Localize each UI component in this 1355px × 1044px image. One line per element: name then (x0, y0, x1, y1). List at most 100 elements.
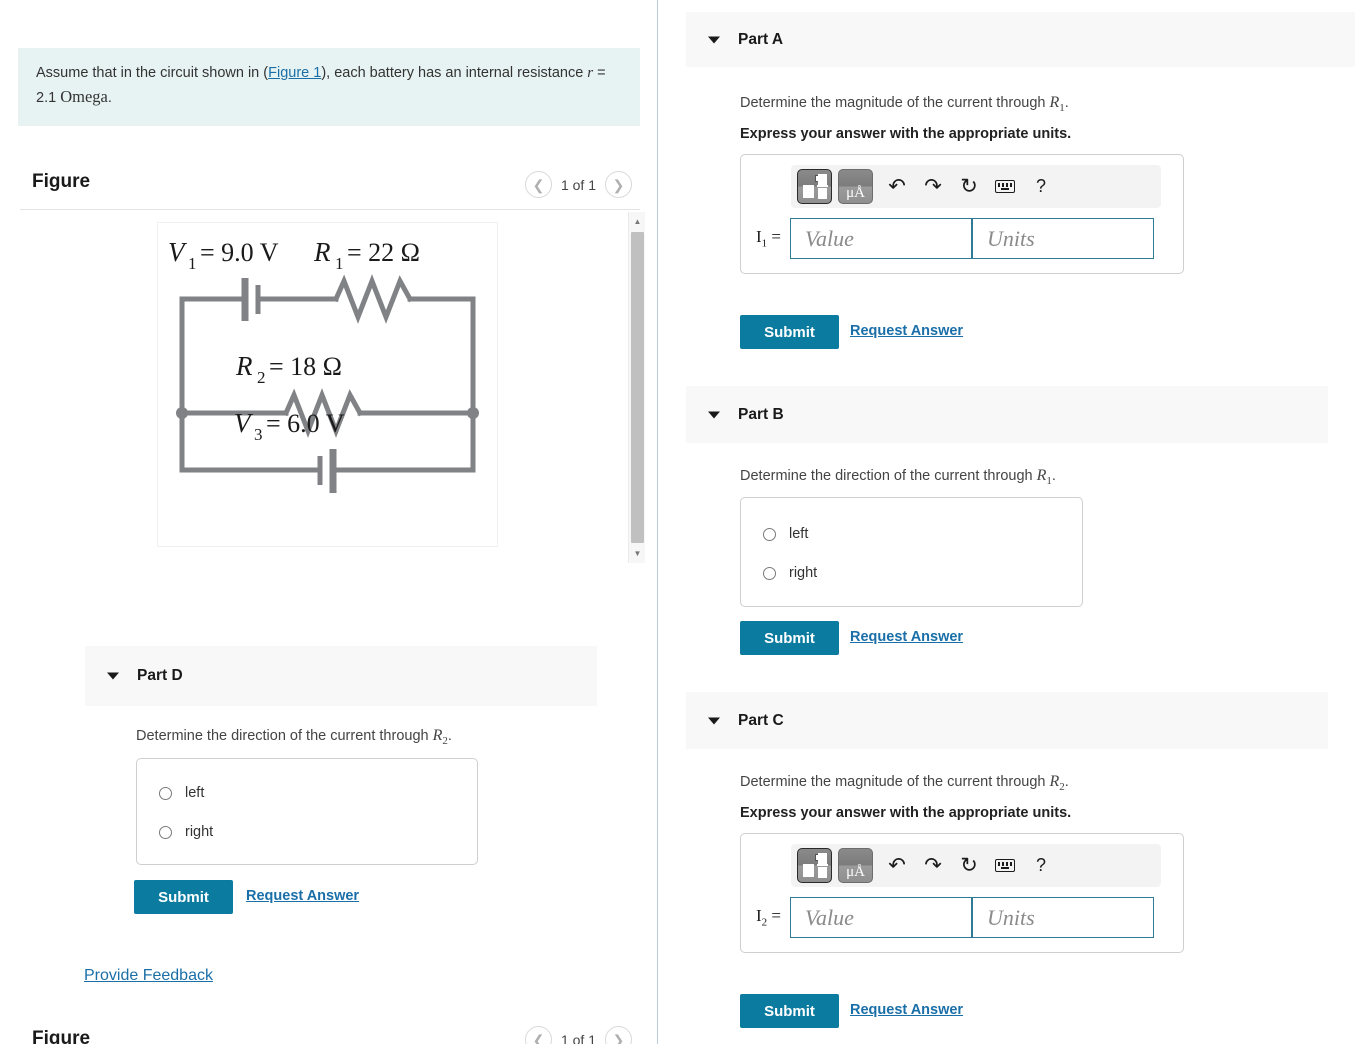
keyboard-icon[interactable] (987, 170, 1023, 203)
right-pane: Part A Determine the magnitude of the cu… (658, 0, 1355, 1044)
chevron-right-icon: ❯ (612, 176, 625, 193)
part-a-answer-box: μÅ ↶ ↷ ↻ ? I1 = Value Units (740, 154, 1184, 274)
units-icon[interactable]: μÅ (838, 169, 873, 204)
problem-text-before: Assume that in the circuit shown in ( (36, 65, 269, 81)
part-c-submit-button[interactable]: Submit (740, 994, 839, 1028)
part-d-option-right-label: right (185, 824, 214, 840)
redo-icon[interactable]: ↷ (915, 849, 951, 882)
part-a-instruction: Express your answer with the appropriate… (740, 126, 1072, 142)
chevron-left-icon: ❮ (532, 1031, 545, 1044)
circuit-diagram: V 1 = 9.0 V R 1 = 22 Ω R 2 = 18 Ω V 3 = … (157, 222, 498, 547)
part-d-option-left[interactable]: left (159, 785, 204, 801)
caret-down-icon (708, 411, 720, 418)
part-c-request-answer-link[interactable]: Request Answer (850, 1002, 963, 1018)
reset-icon[interactable]: ↻ (951, 170, 987, 203)
keyboard-icon[interactable] (987, 849, 1023, 882)
part-b-option-right-label: right (789, 565, 818, 581)
part-c-question: Determine the magnitude of the current t… (740, 773, 1069, 793)
left-pane: Assume that in the circuit shown in (Fig… (0, 0, 657, 1044)
problem-period: . (107, 89, 112, 106)
figure-counter-bottom: 1 of 1 (560, 1031, 596, 1044)
figure-scrollbar[interactable]: ▲ ▼ (628, 212, 645, 563)
figure-prev-button-bottom[interactable]: ❮ (524, 1026, 552, 1044)
radio-icon[interactable] (763, 527, 776, 541)
part-c-header[interactable]: Part C (686, 692, 1328, 749)
part-d-submit-button[interactable]: Submit (134, 880, 233, 914)
omega-unit: Omega (60, 86, 108, 106)
part-d-option-left-label: left (185, 785, 205, 801)
v3-subscript: 3 (254, 425, 263, 444)
figure-prev-button[interactable]: ❮ (524, 171, 552, 198)
part-d-request-answer-link[interactable]: Request Answer (246, 888, 359, 904)
part-b-request-answer-link[interactable]: Request Answer (850, 629, 963, 645)
caret-down-icon (708, 717, 720, 724)
part-d-label: Part D (137, 667, 183, 684)
math-template-icon[interactable] (797, 169, 832, 204)
part-a-question-var: R (1049, 94, 1060, 111)
figure-next-button[interactable]: ❯ (605, 171, 632, 198)
part-c-label: Part C (738, 711, 784, 729)
part-a-submit-button[interactable]: Submit (740, 315, 839, 349)
part-d-question-var: R (432, 727, 443, 744)
part-c-question-var: R (1049, 773, 1060, 790)
part-a-request-answer-link[interactable]: Request Answer (850, 323, 963, 339)
help-icon[interactable]: ? (1023, 849, 1059, 882)
problem-text-after: ), each battery has an internal resistan… (321, 65, 588, 81)
chevron-left-icon: ❮ (532, 176, 545, 193)
part-b-question: Determine the direction of the current t… (740, 467, 1056, 487)
part-d-option-right[interactable]: right (159, 824, 213, 840)
math-template-icon[interactable] (797, 848, 832, 883)
undo-icon[interactable]: ↶ (879, 170, 915, 203)
r1-value: = 22 Ω (347, 238, 420, 267)
reset-icon[interactable]: ↻ (951, 849, 987, 882)
r2-subscript: 2 (257, 368, 266, 387)
provide-feedback-link[interactable]: Provide Feedback (84, 967, 213, 985)
part-a-question-pre: Determine the magnitude of the current t… (740, 95, 1050, 111)
scroll-down-button[interactable]: ▼ (629, 545, 646, 562)
figure-pager: ❮ 1 of 1 ❯ (524, 171, 632, 198)
part-c-value-input[interactable]: Value (790, 897, 973, 938)
units-icon[interactable]: μÅ (838, 848, 873, 883)
triangle-up-icon: ▲ (633, 217, 642, 226)
part-c-answer-box: μÅ ↶ ↷ ↻ ? I2 = Value Units (740, 833, 1184, 953)
part-b-option-right[interactable]: right (763, 565, 817, 581)
radio-icon[interactable] (159, 825, 172, 839)
r1-symbol: R (313, 237, 331, 267)
part-b-option-left[interactable]: left (763, 526, 808, 542)
junction-dot-left (176, 407, 188, 419)
figure-1-link[interactable]: Figure 1 (268, 65, 321, 81)
part-a-value-input[interactable]: Value (790, 218, 973, 259)
figure-next-button-bottom[interactable]: ❯ (605, 1026, 632, 1044)
part-a-question: Determine the magnitude of the current t… (740, 94, 1069, 114)
part-c-math-toolbar: μÅ ↶ ↷ ↻ ? (791, 844, 1161, 887)
figure-pager-bottom: ❮ 1 of 1 ❯ (524, 1026, 632, 1044)
radio-icon[interactable] (159, 786, 172, 800)
part-c-units-input[interactable]: Units (972, 897, 1155, 938)
help-icon[interactable]: ? (1023, 170, 1059, 203)
part-a-header[interactable]: Part A (686, 12, 1355, 67)
part-b-submit-button[interactable]: Submit (740, 621, 839, 655)
part-b-options-box: left right (740, 497, 1083, 607)
figure-header-bottom: Figure ❮ 1 of 1 ❯ (20, 1024, 640, 1044)
scroll-up-button[interactable]: ▲ (629, 213, 646, 230)
redo-icon[interactable]: ↷ (915, 170, 951, 203)
problem-statement-box: Assume that in the circuit shown in (Fig… (18, 48, 640, 126)
part-d-header[interactable]: Part D (85, 646, 597, 706)
caret-down-icon (708, 36, 720, 43)
triangle-down-icon: ▼ (633, 549, 642, 558)
part-a-units-input[interactable]: Units (972, 218, 1155, 259)
circuit-svg: V 1 = 9.0 V R 1 = 22 Ω R 2 = 18 Ω V 3 = … (168, 237, 479, 493)
undo-icon[interactable]: ↶ (879, 849, 915, 882)
part-a-math-toolbar: μÅ ↶ ↷ ↻ ? (791, 165, 1161, 208)
part-b-option-left-label: left (789, 526, 809, 542)
figure-viewport: V 1 = 9.0 V R 1 = 22 Ω R 2 = 18 Ω V 3 = … (20, 211, 625, 562)
scrollbar-thumb[interactable] (631, 232, 644, 543)
v3-value: = 6.0 V (266, 409, 345, 438)
chevron-right-icon: ❯ (612, 1031, 625, 1044)
part-b-header[interactable]: Part B (686, 386, 1328, 443)
part-a-answer-row: I1 = Value Units (756, 218, 1155, 259)
part-d-question: Determine the direction of the current t… (136, 727, 452, 747)
figure-header-divider (20, 209, 640, 210)
figure-header: Figure ❮ 1 of 1 ❯ (20, 165, 640, 209)
radio-icon[interactable] (763, 566, 776, 580)
